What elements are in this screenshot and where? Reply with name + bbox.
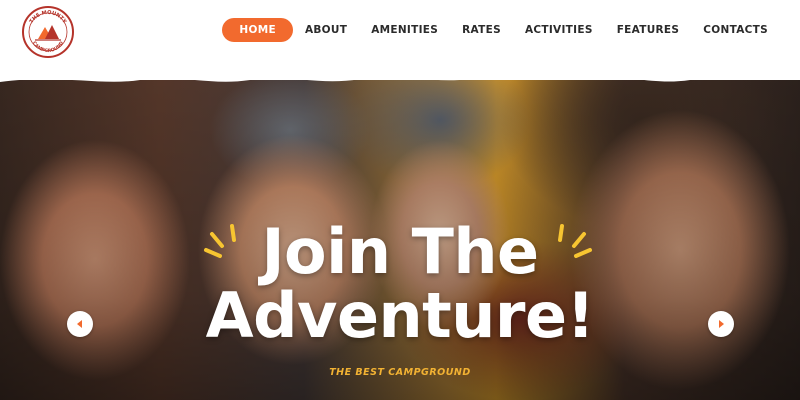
hero-title-line-2: Adventure! [205,279,595,352]
nav-item-home[interactable]: HOME [222,18,293,42]
hero-title-line-1: Join The [261,215,539,288]
nav-item-activities[interactable]: ACTIVITIES [513,18,605,42]
nav-item-about[interactable]: ABOUT [293,18,359,42]
nav-item-features[interactable]: FEATURES [605,18,692,42]
caret-right-icon [719,320,724,328]
nav-item-rates[interactable]: RATES [450,18,513,42]
nav-item-contacts[interactable]: CONTACTS [691,18,780,42]
main-nav: HOME ABOUT AMENITIES RATES ACTIVITIES FE… [222,18,780,42]
hero-subtitle: THE BEST CAMPGROUND [329,367,471,378]
site-header: THE MOUNTY CAMPGROUND HOME ABOUT AMENITI… [0,0,800,80]
slider-prev-button[interactable] [67,311,93,337]
nav-item-amenities[interactable]: AMENITIES [359,18,450,42]
caret-left-icon [77,320,82,328]
hero-title: Join The Adventure! [0,220,800,348]
campground-logo[interactable]: THE MOUNTY CAMPGROUND [21,5,75,59]
slider-next-button[interactable] [708,311,734,337]
